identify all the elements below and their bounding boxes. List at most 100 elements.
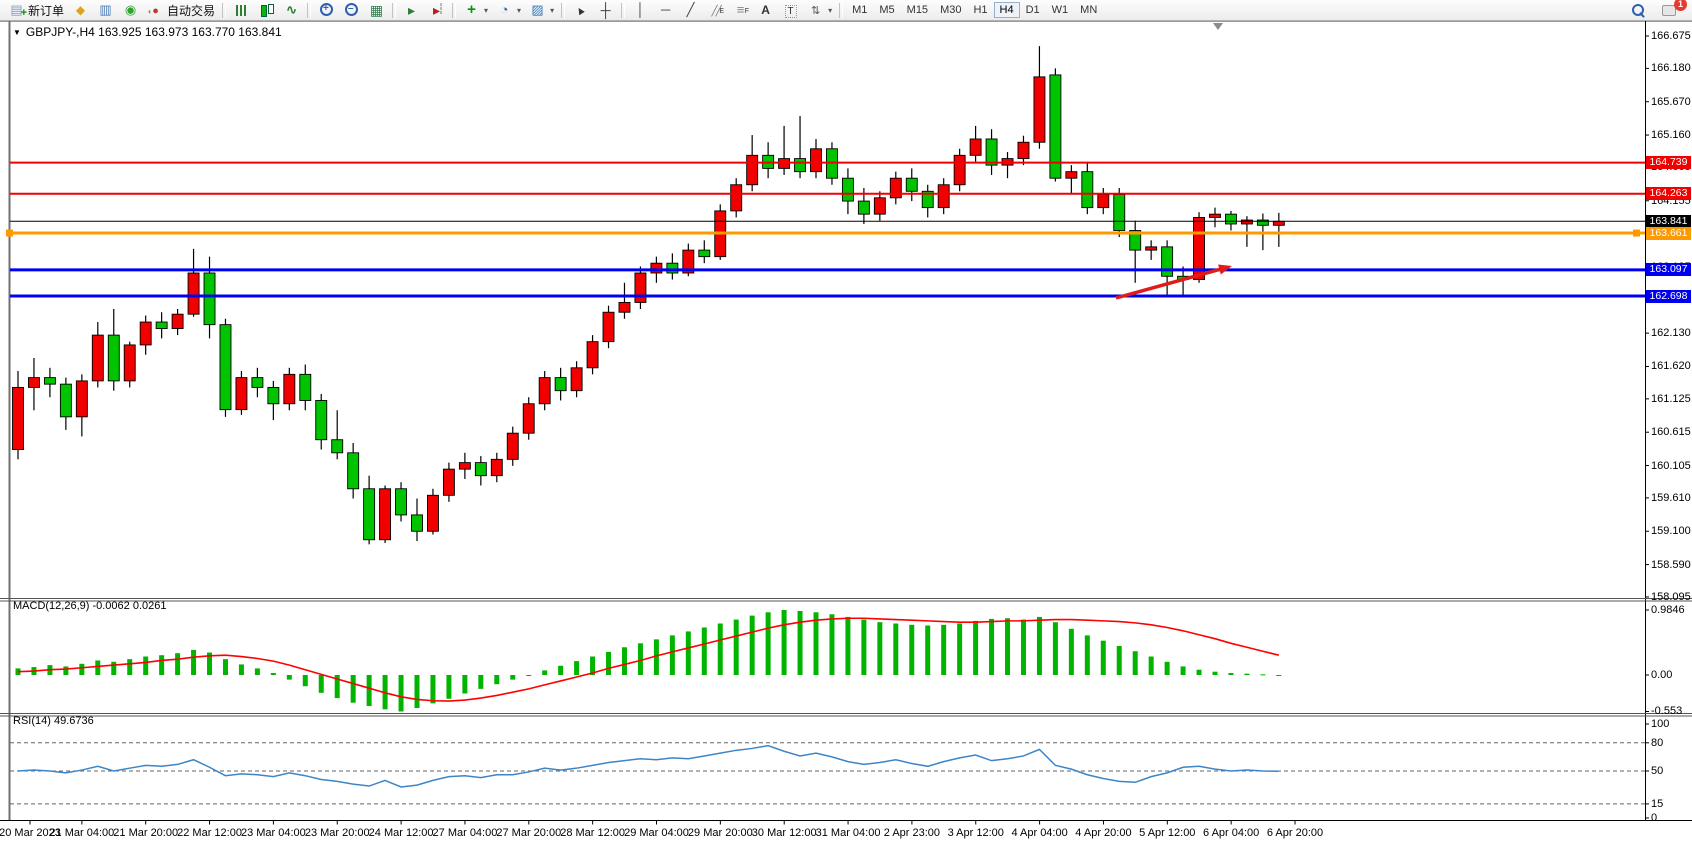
indicators-button[interactable]: ▾ [459,1,492,19]
timeframe-m5[interactable]: M5 [873,2,900,18]
horizontal-line-button[interactable] [653,1,678,19]
fibo-icon [732,2,749,18]
time-axis-label: 29 Mar 04:00 [624,827,689,839]
tile-windows-button[interactable] [364,1,389,19]
price-axis-tick: 159.100 [1651,525,1691,537]
time-axis-label: 21 Mar 20:00 [113,827,178,839]
channel-button[interactable] [703,1,728,19]
price-badge-163.097: 163.097 [1646,263,1691,276]
search-button[interactable] [1626,1,1651,19]
indicators-icon [463,2,480,18]
rsi-axis-tick: 80 [1651,737,1663,749]
toolbar-separator [621,3,625,18]
time-axis-label: 28 Mar 12:00 [560,827,625,839]
price-axis-tick: 160.105 [1651,460,1691,472]
macd-axis-tick: -0.553 [1651,705,1682,717]
label-icon [782,2,799,18]
timeframe-mn[interactable]: MN [1074,2,1103,18]
timeframe-w1[interactable]: W1 [1046,2,1075,18]
arrows-button[interactable]: ▾ [803,1,836,19]
hline-icon [657,2,674,18]
symbol-menu-icon[interactable]: ▼ [13,28,21,37]
periods-button[interactable]: ▾ [492,1,525,19]
price-axis-tick: 161.620 [1651,360,1691,372]
time-axis-label: 27 Mar 20:00 [496,827,561,839]
new-order-button[interactable]: 新订单 [4,1,68,19]
toolbar-separator [222,3,226,18]
market-watch-icon [72,2,89,18]
trendline-icon [682,2,699,18]
hline-handle[interactable] [1633,230,1640,237]
timeframe-d1[interactable]: D1 [1020,2,1046,18]
autotrade-button[interactable]: 自动交易 [143,1,219,19]
market-watch-button[interactable] [68,1,93,19]
timeframe-m15[interactable]: M15 [901,2,934,18]
chevron-down-icon: ▾ [517,6,521,15]
price-axis-tick: 165.670 [1651,96,1691,108]
macd-axis-tick: 0.00 [1651,669,1672,681]
time-axis-label: 27 Mar 04:00 [433,827,498,839]
chevron-down-icon: ▾ [828,6,832,15]
vertical-line-button[interactable] [628,1,653,19]
chart-shift-button[interactable] [424,1,449,19]
timeframe-h1[interactable]: H1 [967,2,993,18]
toolbar-right-group: 1 [1626,1,1688,19]
timeframe-h4[interactable]: H4 [994,2,1020,18]
navigator-button[interactable] [93,1,118,19]
crosshair-button[interactable] [593,1,618,19]
price-axis-tick: 158.095 [1651,591,1691,603]
price-axis-tick: 166.675 [1651,30,1691,42]
cursor-button[interactable] [568,1,593,19]
trendline-button[interactable] [678,1,703,19]
rsi-axis-tick: 15 [1651,798,1663,810]
line-chart-button[interactable] [279,1,304,19]
auto-scroll-button[interactable] [399,1,424,19]
signals-button[interactable] [118,1,143,19]
tile-icon [368,2,385,18]
price-axis-tick: 158.590 [1651,559,1691,571]
macd-axis-tick: 0.9846 [1651,604,1685,616]
hline-handle[interactable] [6,230,13,237]
text-button[interactable] [753,1,778,19]
toolbar-separator [452,3,456,18]
time-axis-label: 6 Apr 20:00 [1267,827,1323,839]
autotrade-icon [147,2,164,18]
candle-chart-button[interactable] [254,1,279,19]
rsi-axis-tick: 100 [1651,718,1669,730]
price-badge-162.698: 162.698 [1646,290,1691,303]
signals-icon [122,2,139,18]
text-label-button[interactable] [778,1,803,19]
zoom-out-icon [343,2,360,18]
time-axis-label: 31 Mar 04:00 [816,827,881,839]
time-axis-label: 2 Apr 23:00 [884,827,940,839]
notifications-button[interactable]: 1 [1657,1,1682,19]
toolbar-separator [839,3,843,18]
toolbar: 新订单 自动交易 ▾ ▾ ▾ ▾ M1M5M15M30H1H4D1W1MN 1 [0,0,1692,21]
price-badge-164.263: 164.263 [1646,187,1691,200]
zoom-in-icon [318,2,335,18]
bars-icon [233,2,250,18]
notification-badge: 1 [1674,0,1687,11]
channel-icon [707,2,724,18]
price-badge-164.739: 164.739 [1646,156,1691,169]
templates-icon [529,2,546,18]
navigator-icon [97,2,114,18]
chevron-down-icon: ▾ [484,6,488,15]
chart-title-text: GBPJPY-,H4 163.925 163.973 163.770 163.8… [26,25,282,39]
chart-canvas[interactable] [0,0,1692,847]
zoom-out-button[interactable] [339,1,364,19]
price-axis-tick: 161.125 [1651,393,1691,405]
rsi-indicator-label: RSI(14) 49.6736 [13,715,94,727]
candles-icon [258,2,275,18]
toolbar-separator [561,3,565,18]
timeframe-m1[interactable]: M1 [846,2,873,18]
fibonacci-button[interactable] [728,1,753,19]
bar-chart-button[interactable] [229,1,254,19]
zoom-in-button[interactable] [314,1,339,19]
chart-title: ▼ GBPJPY-,H4 163.925 163.973 163.770 163.… [13,25,282,39]
crosshair-icon [597,2,614,18]
arrows-icon [807,2,824,18]
time-axis-label: 6 Apr 04:00 [1203,827,1259,839]
timeframe-m30[interactable]: M30 [934,2,967,18]
templates-button[interactable]: ▾ [525,1,558,19]
